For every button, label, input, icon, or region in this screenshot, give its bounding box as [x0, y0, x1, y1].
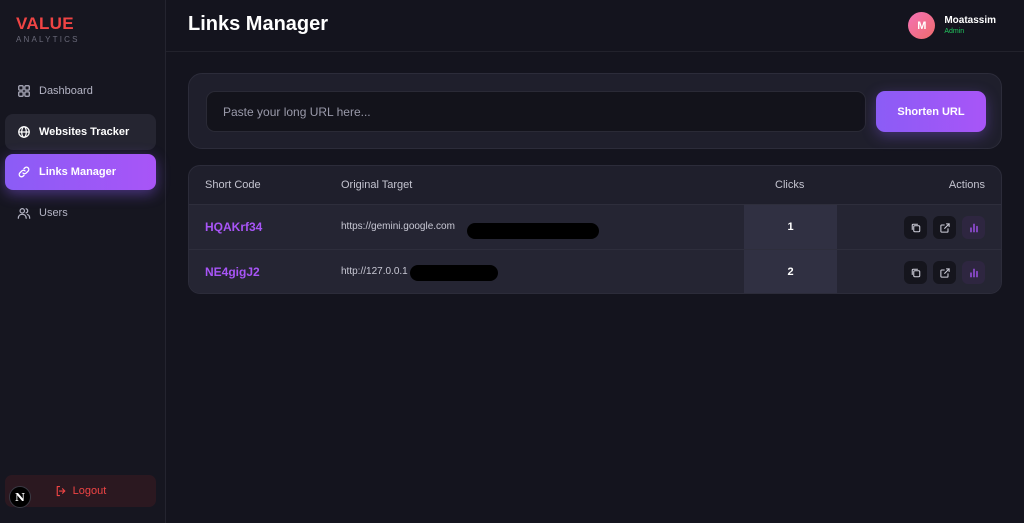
bar-chart-icon: [969, 268, 978, 277]
sidebar-nav: Dashboard Websites Tracker Links Manager…: [5, 73, 156, 235]
links-table: Short Code Original Target Clicks Action…: [188, 165, 1002, 294]
brand-title: VALUE: [16, 14, 74, 33]
redaction-mark: [410, 265, 498, 281]
external-link-icon: [939, 267, 950, 278]
stats-button[interactable]: [962, 261, 985, 284]
logout-icon: [56, 485, 65, 497]
redaction-mark: [467, 223, 599, 239]
copy-icon: [911, 268, 920, 277]
url-shortener-card: Shorten URL: [188, 73, 1002, 149]
row-actions: [898, 261, 985, 284]
column-header-original-target: Original Target: [341, 179, 413, 191]
logout-label: Logout: [72, 485, 107, 497]
sidebar-item-label: Users: [39, 206, 68, 219]
sidebar: VALUE ANALYTICS Dashboard Websites Track…: [0, 0, 166, 523]
nextjs-dev-badge[interactable]: N: [9, 486, 31, 508]
sidebar-item-dashboard[interactable]: Dashboard: [5, 73, 156, 109]
external-link-icon: [939, 222, 950, 233]
open-link-button[interactable]: [933, 261, 956, 284]
original-target: https://gemini.google.com: [341, 221, 455, 232]
shorten-url-button[interactable]: Shorten URL: [876, 91, 986, 132]
click-count: 2: [744, 250, 837, 293]
sidebar-item-links-manager[interactable]: Links Manager: [5, 154, 156, 190]
original-target: http://127.0.0.1: [341, 266, 408, 277]
users-icon: [17, 206, 31, 220]
stats-button[interactable]: [962, 216, 985, 239]
table-header: Short Code Original Target Clicks Action…: [189, 166, 1001, 204]
user-role: Admin: [944, 27, 965, 35]
link-icon: [17, 165, 31, 179]
sidebar-item-websites-tracker[interactable]: Websites Tracker: [5, 113, 156, 150]
copy-button[interactable]: [904, 216, 927, 239]
long-url-input[interactable]: [206, 91, 866, 132]
copy-button[interactable]: [904, 261, 927, 284]
sidebar-item-label: Links Manager: [39, 166, 117, 178]
brand-subtitle: ANALYTICS: [16, 35, 80, 44]
sidebar-item-users[interactable]: Users: [5, 195, 156, 231]
globe-icon: [17, 125, 31, 139]
short-code-link[interactable]: HQAKrf34: [205, 220, 262, 234]
bar-chart-icon: [969, 223, 978, 232]
column-header-actions: Actions: [948, 179, 985, 191]
brand-logo[interactable]: VALUE ANALYTICS: [16, 14, 80, 45]
table-row: HQAKrf34 https://gemini.google.com 1: [189, 204, 1001, 249]
copy-icon: [911, 223, 920, 232]
page-header: Links Manager M Moatassim Admin: [166, 0, 1024, 52]
column-header-clicks: Clicks: [775, 179, 805, 191]
click-count: 1: [744, 205, 837, 249]
user-name: Moatassim: [944, 14, 996, 26]
sidebar-item-label: Dashboard: [39, 85, 93, 97]
grid-icon: [17, 84, 31, 98]
column-header-short-code: Short Code: [205, 179, 261, 191]
open-link-button[interactable]: [933, 216, 956, 239]
table-row: NE4gigJ2 http://127.0.0.1 2: [189, 249, 1001, 293]
row-actions: [898, 216, 985, 239]
short-code-link[interactable]: NE4gigJ2: [205, 265, 260, 279]
sidebar-item-label: Websites Tracker: [39, 125, 130, 138]
avatar: M: [908, 12, 936, 39]
page-title: Links Manager: [188, 13, 329, 35]
user-menu[interactable]: M Moatassim Admin: [908, 12, 996, 39]
